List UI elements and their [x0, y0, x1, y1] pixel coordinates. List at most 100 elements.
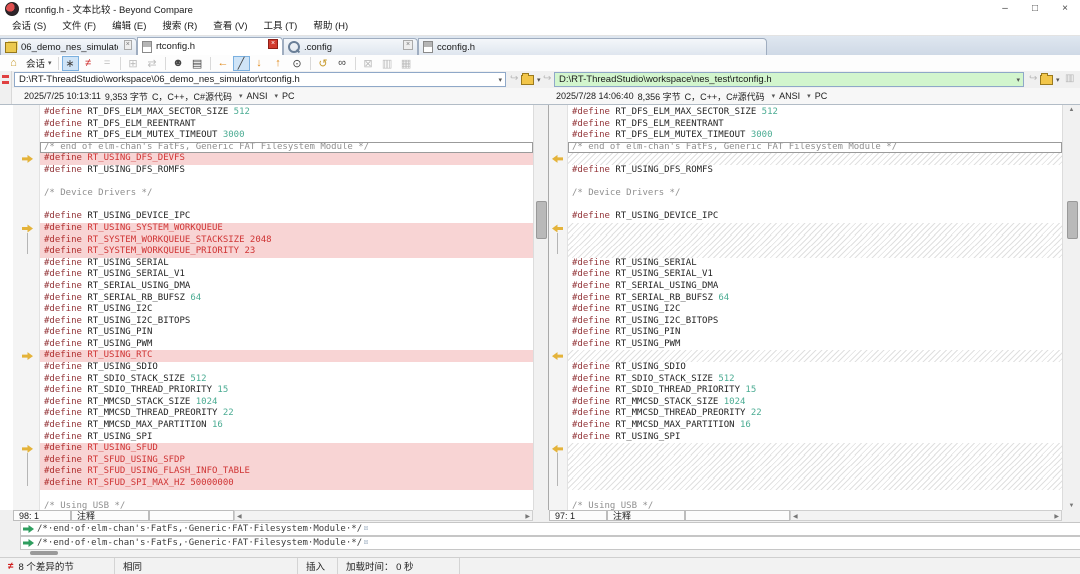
code-line[interactable]: #define RT_USING_DFS_DEVFS: [40, 153, 533, 165]
code-line[interactable]: #define RT_USING_PWM: [568, 339, 1062, 351]
code-line[interactable]: #define RT_MMCSD_THREAD_PREORITY 22: [568, 408, 1062, 420]
edit-mode-button[interactable]: ╱: [233, 56, 250, 71]
next-difference-button[interactable]: ↓: [250, 56, 269, 71]
menu-item-会[interactable]: 会话 (S): [4, 18, 54, 35]
show-same-button[interactable]: =: [98, 56, 117, 71]
right-jump-icon[interactable]: ↪: [543, 73, 551, 84]
code-line[interactable]: /* end of elm-chan's FatFs, Generic FAT …: [568, 142, 1062, 154]
code-line[interactable]: #define RT_USING_SFUD: [40, 443, 533, 455]
scroll-right-icon[interactable]: ▶: [1054, 513, 1059, 520]
diff-section-marker-icon[interactable]: [552, 352, 563, 361]
code-line[interactable]: [40, 200, 533, 212]
code-line[interactable]: #define RT_USING_RTC: [40, 350, 533, 362]
menu-item-编[interactable]: 编辑 (E): [104, 18, 154, 35]
close-button[interactable]: ×: [1050, 0, 1080, 18]
left-encoding-caret-icon[interactable]: ▾: [275, 92, 279, 100]
code-line[interactable]: #define RT_USING_PIN: [568, 327, 1062, 339]
left-syntax-caret-icon[interactable]: ▾: [239, 92, 243, 100]
scroll-left-icon[interactable]: ◀: [237, 513, 242, 520]
menu-item-工[interactable]: 工具 (T): [256, 18, 306, 35]
tab-close-icon[interactable]: ×: [268, 39, 278, 49]
ignore-unimportant-button[interactable]: ∞: [333, 56, 352, 71]
right-syntax-caret-icon[interactable]: ▾: [772, 92, 776, 100]
code-line[interactable]: #define RT_SERIAL_USING_DMA: [568, 281, 1062, 293]
code-line[interactable]: #define RT_SYSTEM_WORKQUEUE_STACKSIZE 20…: [40, 235, 533, 247]
code-line[interactable]: /* Device Drivers */: [568, 188, 1062, 200]
tab--config[interactable]: .config×: [283, 38, 418, 55]
code-line[interactable]: #define RT_DFS_ELM_MAX_SECTOR_SIZE 512: [568, 107, 1062, 119]
code-line[interactable]: #define RT_SFUD_SPI_MAX_HZ 50000000: [40, 478, 533, 490]
diff-section-marker-icon[interactable]: [22, 224, 33, 233]
code-line[interactable]: #define RT_USING_DEVICE_IPC: [568, 211, 1062, 223]
code-line[interactable]: [568, 200, 1062, 212]
code-line[interactable]: #define RT_USING_DFS_ROMFS: [568, 165, 1062, 177]
missing-line-placeholder[interactable]: [568, 223, 1062, 235]
code-line[interactable]: #define RT_USING_I2C: [568, 304, 1062, 316]
code-line[interactable]: #define RT_USING_I2C: [40, 304, 533, 316]
code-line[interactable]: #define RT_USING_SPI: [40, 432, 533, 444]
code-line[interactable]: #define RT_DFS_ELM_REENTRANT: [568, 119, 1062, 131]
menu-item-文[interactable]: 文件 (F): [54, 18, 104, 35]
missing-line-placeholder[interactable]: [568, 153, 1062, 165]
left-code-pane[interactable]: #define RT_DFS_ELM_MAX_SECTOR_SIZE 512#d…: [40, 105, 533, 511]
copy-menu-button[interactable]: ▤: [188, 56, 207, 71]
code-line[interactable]: #define RT_MMCSD_MAX_PARTITION 16: [568, 420, 1062, 432]
code-line[interactable]: #define RT_SERIAL_RB_BUFSZ 64: [40, 293, 533, 305]
code-line[interactable]: #define RT_USING_I2C_BITOPS: [40, 316, 533, 328]
left-swap-icon[interactable]: ↪: [510, 73, 518, 84]
code-line[interactable]: [40, 177, 533, 189]
right-file-syntax[interactable]: C，C++，C#源代码: [685, 90, 765, 103]
left-line-detail[interactable]: /*·end·of·elm-chan's·FatFs,·Generic·FAT·…: [20, 522, 1080, 536]
left-file-encoding[interactable]: ANSI: [246, 91, 267, 101]
code-line[interactable]: #define RT_USING_SERIAL: [40, 258, 533, 270]
left-browse-folder-button[interactable]: ▾: [521, 73, 541, 86]
detail-horizontal-scrollbar[interactable]: [0, 550, 1080, 557]
code-line[interactable]: #define RT_SFUD_USING_SFDP: [40, 455, 533, 467]
code-line[interactable]: #define RT_SERIAL_RB_BUFSZ 64: [568, 293, 1062, 305]
format-button[interactable]: ⊞: [124, 56, 143, 71]
report-button[interactable]: ▥: [378, 56, 397, 71]
code-line[interactable]: #define RT_USING_SDIO: [40, 362, 533, 374]
right-code-pane[interactable]: #define RT_DFS_ELM_MAX_SECTOR_SIZE 512#d…: [568, 105, 1062, 511]
code-line[interactable]: /* end of elm-chan's FatFs, Generic FAT …: [40, 142, 533, 154]
left-file-syntax[interactable]: C，C++，C#源代码: [152, 90, 232, 103]
code-line[interactable]: #define RT_USING_SDIO: [568, 362, 1062, 374]
missing-line-placeholder[interactable]: [568, 350, 1062, 362]
right-horizontal-scrollbar[interactable]: ◀ ▶: [790, 510, 1062, 521]
code-line[interactable]: #define RT_USING_SERIAL: [568, 258, 1062, 270]
menu-item-帮[interactable]: 帮助 (H): [305, 18, 356, 35]
diff-section-marker-icon[interactable]: [552, 224, 563, 233]
home-button[interactable]: ⌂: [4, 56, 23, 71]
detail-scrollbar-thumb[interactable]: [30, 551, 58, 555]
left-horizontal-scrollbar[interactable]: ◀ ▶: [234, 510, 533, 521]
code-line[interactable]: #define RT_USING_I2C_BITOPS: [568, 316, 1062, 328]
show-differences-button[interactable]: ≠: [79, 56, 98, 71]
left-scrollbar-thumb[interactable]: [536, 201, 547, 239]
code-line[interactable]: #define RT_USING_PIN: [40, 327, 533, 339]
right-encoding-caret-icon[interactable]: ▾: [807, 92, 811, 100]
previous-section-button[interactable]: ←: [214, 56, 233, 71]
diff-mark[interactable]: [2, 75, 9, 78]
code-line[interactable]: #define RT_SYSTEM_WORKQUEUE_PRIORITY 23: [40, 246, 533, 258]
find-button[interactable]: ⊙: [288, 56, 307, 71]
code-line[interactable]: #define RT_MMCSD_STACK_SIZE 1024: [568, 397, 1062, 409]
code-line[interactable]: #define RT_USING_SPI: [568, 432, 1062, 444]
right-swap-icon[interactable]: ↪: [1029, 73, 1037, 84]
menu-item-查[interactable]: 查看 (V): [205, 18, 255, 35]
tab-close-icon[interactable]: ×: [403, 40, 413, 50]
code-line[interactable]: #define RT_DFS_ELM_MUTEX_TIMEOUT 3000: [568, 130, 1062, 142]
left-vertical-scrollbar[interactable]: [533, 105, 548, 511]
right-browse-folder-button[interactable]: ▾: [1040, 73, 1060, 86]
right-path-caret-icon[interactable]: ▾: [1016, 76, 1023, 84]
menu-item-搜[interactable]: 搜索 (R): [154, 18, 205, 35]
missing-line-placeholder[interactable]: [568, 455, 1062, 467]
code-line[interactable]: #define RT_SDIO_STACK_SIZE 512: [40, 374, 533, 386]
missing-line-placeholder[interactable]: [568, 235, 1062, 247]
right-scrollbar-thumb[interactable]: [1067, 201, 1078, 239]
swap-sides-button[interactable]: ⇄: [143, 56, 162, 71]
previous-difference-button[interactable]: ↑: [269, 56, 288, 71]
right-path-combobox[interactable]: D:\RT-ThreadStudio\workspace\nes_test\rt…: [554, 72, 1024, 87]
browser-button[interactable]: ▦: [397, 56, 416, 71]
tab-06-demo-nes-simulator-[interactable]: 06_demo_nes_simulator <...×: [0, 38, 137, 55]
right-file-encoding[interactable]: ANSI: [779, 91, 800, 101]
